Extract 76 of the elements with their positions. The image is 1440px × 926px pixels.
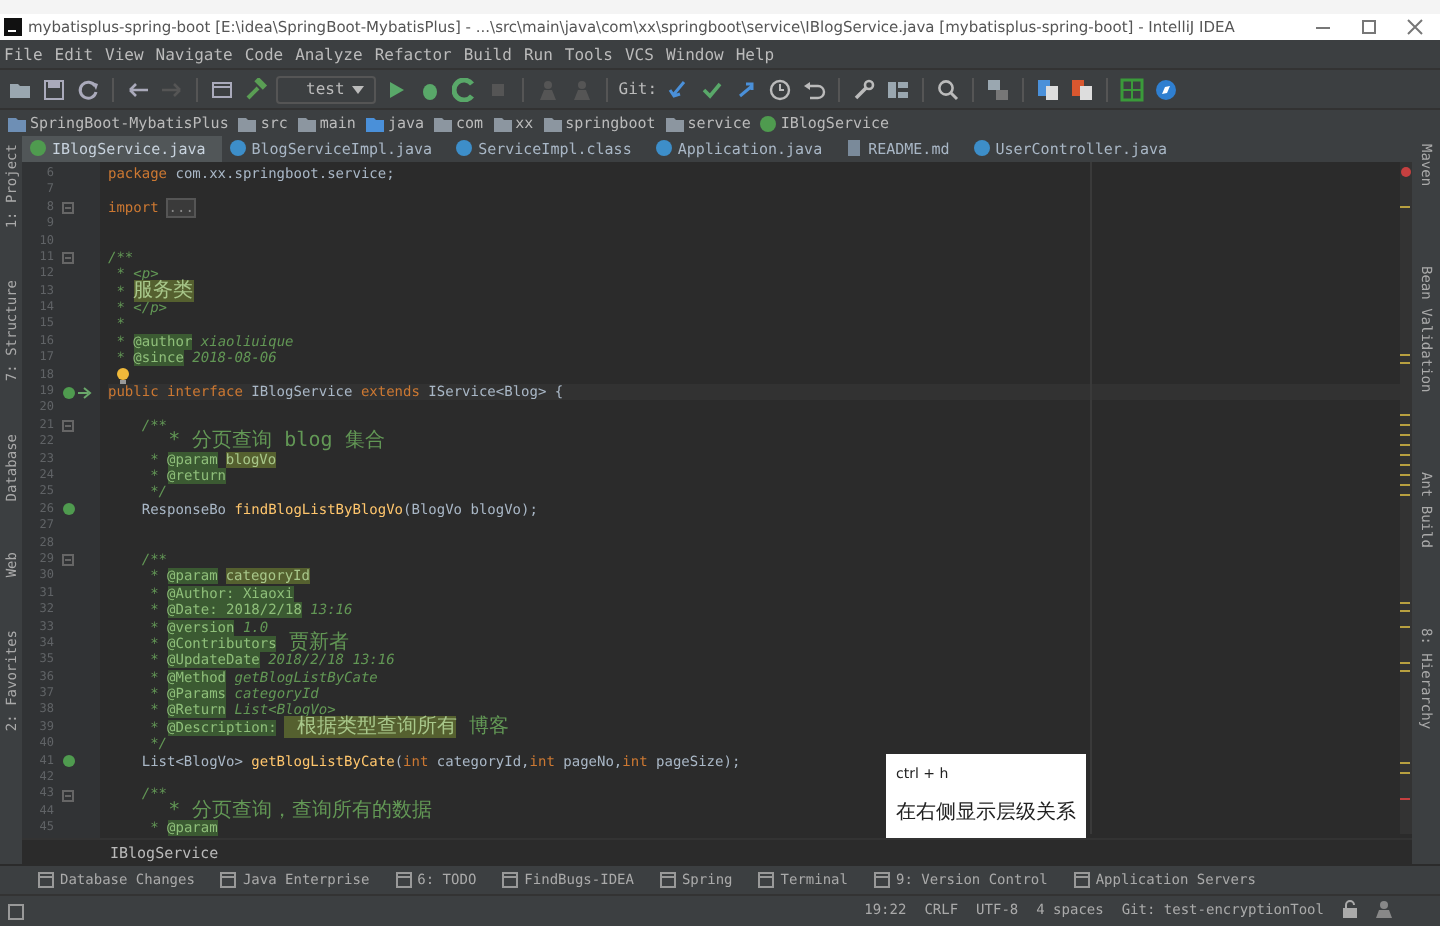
menu-item[interactable]: View	[105, 45, 144, 63]
cards-icon[interactable]	[985, 77, 1010, 101]
fold-icon[interactable]	[62, 554, 74, 567]
menu-item[interactable]: Help	[735, 45, 775, 63]
fold-icon[interactable]	[62, 201, 74, 214]
folder-icon	[8, 115, 26, 131]
class-icon	[973, 140, 990, 157]
structure-icon[interactable]	[885, 77, 910, 101]
window-icon	[502, 872, 519, 888]
play-icon[interactable]	[384, 77, 409, 101]
close-icon[interactable]	[1406, 18, 1424, 36]
menu-item[interactable]: Analyze	[295, 45, 363, 63]
window-icon	[220, 872, 237, 888]
code-line: * 分页查询，查询所有的数据	[166, 803, 433, 821]
wrench-icon[interactable]	[851, 77, 876, 101]
window-icon	[873, 872, 890, 888]
menu-item[interactable]: Refactor	[374, 45, 452, 63]
window-icon	[1073, 872, 1090, 888]
menu-item[interactable]: Run	[523, 45, 553, 63]
menu-item[interactable]: Code	[244, 45, 284, 63]
coverage-icon[interactable]	[452, 77, 477, 101]
fold-icon[interactable]	[62, 252, 74, 265]
window-icon	[38, 872, 54, 888]
class-icon	[229, 140, 246, 157]
undo-icon[interactable]	[801, 77, 826, 101]
hammer-icon[interactable]	[244, 77, 268, 101]
menu-item[interactable]: Build	[463, 45, 512, 63]
caret-icon	[352, 83, 365, 95]
menu-item[interactable]: VCS	[624, 45, 654, 63]
save-icon[interactable]	[42, 77, 66, 101]
folder-icon	[238, 115, 257, 131]
lightbulb-icon[interactable]	[116, 367, 130, 384]
implemented-marker-icon[interactable]	[62, 385, 92, 400]
sync-icon[interactable]	[76, 77, 100, 101]
code-line: * 分页查询 blog 集合	[166, 434, 385, 452]
maximize-icon[interactable]	[1360, 18, 1378, 36]
vcs-label: Git:	[618, 80, 658, 98]
class-icon	[456, 140, 473, 157]
class-icon	[655, 140, 672, 157]
folder-icon	[365, 115, 384, 131]
back-arrow-icon[interactable]	[126, 77, 150, 101]
folder-icon	[665, 115, 684, 131]
document-icon[interactable]	[1069, 77, 1094, 101]
interface-icon	[760, 115, 777, 131]
menu-item[interactable]: Navigate	[155, 45, 233, 63]
fold-icon[interactable]	[62, 420, 74, 433]
person-icon[interactable]	[1376, 900, 1392, 918]
folder-icon	[434, 115, 453, 131]
window-icon	[395, 872, 412, 888]
window-icon[interactable]	[210, 77, 234, 101]
folder-icon	[543, 115, 562, 131]
lock-icon[interactable]	[1342, 900, 1358, 918]
arrow-up-icon[interactable]	[733, 77, 758, 101]
menu-item[interactable]: File	[4, 45, 43, 63]
implementation-icon[interactable]	[62, 502, 76, 517]
folder-icon	[297, 115, 316, 131]
window-icon	[659, 872, 676, 888]
grid-icon[interactable]	[1119, 77, 1144, 101]
compass-icon[interactable]	[1153, 77, 1178, 101]
implementation-icon[interactable]	[62, 754, 76, 769]
clock-icon[interactable]	[767, 77, 792, 101]
panel-icon[interactable]	[8, 904, 24, 920]
menu-item[interactable]: Edit	[54, 45, 94, 63]
menu-item[interactable]: Window	[665, 45, 724, 63]
check-icon[interactable]	[699, 77, 724, 101]
search-icon[interactable]	[935, 77, 960, 101]
tooltip-text: 在右侧显示层级关系	[896, 799, 1076, 826]
fold-icon[interactable]	[62, 789, 74, 802]
folder-icon	[493, 115, 512, 131]
document-icon	[846, 140, 863, 157]
window-icon	[758, 872, 775, 888]
run-configuration-dropdown[interactable]: test	[276, 75, 377, 103]
document-icon[interactable]	[1035, 77, 1060, 101]
menu-item[interactable]: Tools	[564, 45, 613, 63]
arrow-down-icon[interactable]	[665, 77, 690, 101]
class-icon	[30, 140, 46, 157]
